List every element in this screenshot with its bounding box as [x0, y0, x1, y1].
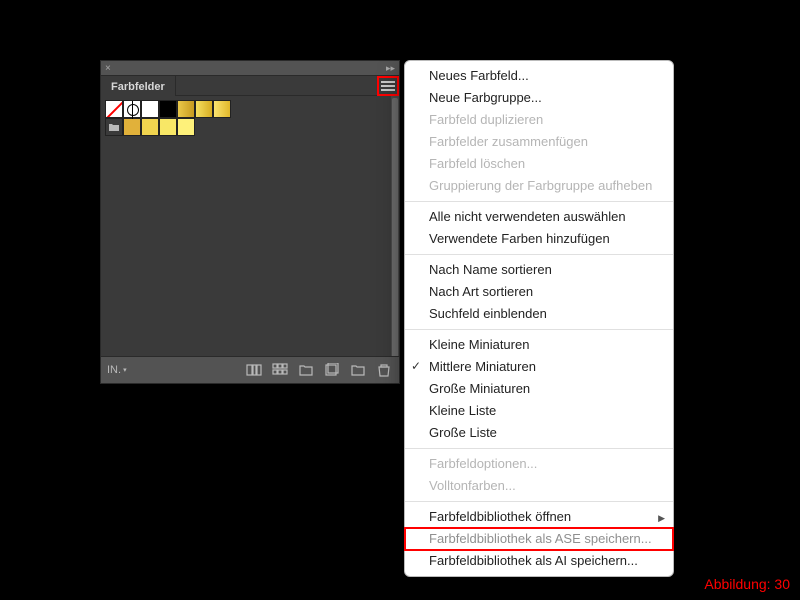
swatches-flyout-menu: Neues Farbfeld...Neue Farbgruppe...Farbf…	[404, 60, 674, 577]
swatches-panel: × ▸▸ Farbfelder	[100, 60, 400, 384]
swatch-group-folder[interactable]	[105, 118, 123, 136]
library-menu-button[interactable]: IN. ▾	[107, 364, 127, 376]
menu-separator	[405, 448, 673, 449]
swatches-tab[interactable]: Farbfelder	[101, 76, 176, 96]
swatch-white[interactable]	[141, 100, 159, 118]
show-kinds-icon[interactable]	[245, 362, 263, 378]
swatch-gradient-1[interactable]	[177, 100, 195, 118]
menu-item-small_list[interactable]: Kleine Liste	[405, 400, 673, 422]
swatch-yellow-4[interactable]	[177, 118, 195, 136]
close-icon[interactable]: ×	[105, 63, 111, 74]
scrollbar-thumb[interactable]	[392, 98, 398, 356]
swatch-area	[101, 96, 399, 356]
collapse-icon[interactable]: ▸▸	[386, 63, 395, 74]
swatch-gradient-3[interactable]	[213, 100, 231, 118]
hamburger-icon	[381, 81, 395, 91]
menu-item-ungroup: Gruppierung der Farbgruppe aufheben	[405, 175, 673, 197]
menu-item-large_thumb[interactable]: Große Miniaturen	[405, 378, 673, 400]
menu-item-show_search[interactable]: Suchfeld einblenden	[405, 303, 673, 325]
tab-spacer	[176, 76, 377, 96]
menu-item-save_ai[interactable]: Farbfeldbibliothek als AI speichern...	[405, 550, 673, 572]
chevron-down-icon: ▾	[123, 366, 127, 374]
delete-icon[interactable]	[375, 362, 393, 378]
menu-separator	[405, 201, 673, 202]
color-group-icon[interactable]	[297, 362, 315, 378]
menu-item-open_lib[interactable]: Farbfeldbibliothek öffnen	[405, 506, 673, 528]
menu-item-swatch_opts: Farbfeldoptionen...	[405, 453, 673, 475]
swatch-scrollbar[interactable]	[391, 96, 399, 356]
menu-item-new_swatch[interactable]: Neues Farbfeld...	[405, 65, 673, 87]
menu-item-merge: Farbfelder zusammenfügen	[405, 131, 673, 153]
panel-menu-button[interactable]	[377, 76, 399, 96]
swatch-yellow-2[interactable]	[141, 118, 159, 136]
menu-item-small_thumb[interactable]: Kleine Miniaturen	[405, 334, 673, 356]
menu-item-large_list[interactable]: Große Liste	[405, 422, 673, 444]
menu-separator	[405, 329, 673, 330]
menu-item-select_unused[interactable]: Alle nicht verwendeten auswählen	[405, 206, 673, 228]
swatch-gradient-2[interactable]	[195, 100, 213, 118]
menu-separator	[405, 501, 673, 502]
panel-header: × ▸▸	[101, 61, 399, 76]
menu-item-save_ase[interactable]: Farbfeldbibliothek als ASE speichern...	[405, 528, 673, 550]
figure-caption: Abbildung: 30	[704, 576, 790, 592]
menu-item-sort_kind[interactable]: Nach Art sortieren	[405, 281, 673, 303]
menu-item-med_thumb[interactable]: Mittlere Miniaturen	[405, 356, 673, 378]
swatch-yellow-1[interactable]	[123, 118, 141, 136]
menu-item-new_group[interactable]: Neue Farbgruppe...	[405, 87, 673, 109]
swatch-yellow-3[interactable]	[159, 118, 177, 136]
library-label: IN.	[107, 364, 121, 376]
new-group-icon[interactable]	[349, 362, 367, 378]
panel-tab-row: Farbfelder	[101, 76, 399, 96]
menu-item-spot: Volltonfarben...	[405, 475, 673, 497]
swatch-none[interactable]	[105, 100, 123, 118]
menu-item-add_used[interactable]: Verwendete Farben hinzufügen	[405, 228, 673, 250]
folder-icon	[108, 122, 120, 132]
swatch-row-1	[105, 100, 395, 118]
swatch-registration[interactable]	[123, 100, 141, 118]
menu-item-dup_swatch: Farbfeld duplizieren	[405, 109, 673, 131]
panel-footer: IN. ▾	[101, 356, 399, 383]
menu-item-delete: Farbfeld löschen	[405, 153, 673, 175]
new-swatch-icon[interactable]	[323, 362, 341, 378]
swatch-options-icon[interactable]	[271, 362, 289, 378]
swatch-black[interactable]	[159, 100, 177, 118]
menu-item-sort_name[interactable]: Nach Name sortieren	[405, 259, 673, 281]
menu-separator	[405, 254, 673, 255]
swatch-row-2	[105, 118, 395, 136]
